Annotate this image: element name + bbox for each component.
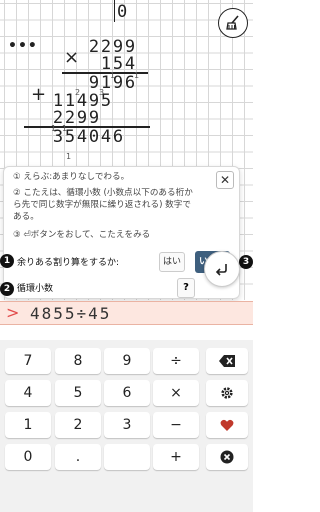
key-8[interactable]: 8 [55,348,101,374]
key-divide[interactable]: ÷ [153,348,199,374]
key-2[interactable]: 2 [55,412,101,438]
clear-button[interactable] [218,8,248,38]
multiplier-row: 154 [100,54,136,74]
digit: 9 [88,108,100,128]
expression-text: 4855÷45 [30,304,112,323]
enter-icon [215,264,227,276]
carry-digit: 1 [66,152,72,161]
product-result: 354046 [52,127,124,147]
key-multiply[interactable]: × [153,380,199,406]
broom-icon [226,15,239,30]
close-button[interactable]: ✕ [216,171,234,189]
favorite-button[interactable] [206,412,248,438]
step-badge-2: 2 [0,282,14,296]
multiply-sign: × [64,47,80,68]
enter-button[interactable] [204,251,240,287]
key-3[interactable]: 3 [104,412,150,438]
key-plus[interactable]: + [153,444,199,470]
remainder-question: 余りある割り算をするか: [17,258,120,268]
clear-all-button[interactable] [206,444,248,470]
prompt-icon: > [6,303,20,322]
digit: 3 [52,127,64,147]
key-9[interactable]: 9 [104,348,150,374]
key-decimal[interactable]: . [55,444,101,470]
answer-type-label: 循環小数 [17,284,54,294]
yes-button[interactable]: はい [159,252,185,272]
digit: 5 [100,91,112,111]
digit: 9 [76,108,88,128]
digit: 6 [112,127,124,147]
expression-input-bar[interactable]: > 4855÷45 [0,301,253,325]
digit: 4 [100,127,112,147]
backspace-button[interactable] [206,348,248,374]
backspace-icon [219,355,235,367]
step-badge-1: 1 [0,254,14,268]
partial-product-1: 9196 [88,73,136,93]
hint-line-1: ① えらぶ:あまりなしでわる。 [13,172,130,182]
hint-line-3: ③ ⏎ボタンをおして、こたえをみる [13,230,151,240]
partial-product-3: 2299 [52,108,100,128]
heart-icon [220,419,234,431]
division-bar [114,0,115,22]
key-1[interactable]: 1 [5,412,51,438]
answer-row: 2 循環小数 ? [0,278,241,299]
help-button[interactable]: ? [177,278,195,298]
key-0[interactable]: 0 [5,444,51,470]
hint-line-2c: ある。 [13,212,39,222]
keypad: 7 8 9 ÷ 4 5 6 × 1 2 3 − 0 . + [0,340,253,512]
hint-popup: ✕ ① えらぶ:あまりなしでわる。 ② こたえは、循環小数 (小数点以下のある桁… [0,166,241,299]
key-4[interactable]: 4 [5,380,51,406]
key-5[interactable]: 5 [55,380,101,406]
key-blank[interactable] [104,444,150,470]
gear-icon [221,387,233,399]
quotient-digit: 0 [117,2,128,22]
digit: 0 [88,127,100,147]
step-badge-3: 3 [239,255,253,269]
close-circle-icon [220,450,234,464]
digit: 9 [112,73,124,93]
hint-line-2b: ら先で同じ数字が無限に繰り返される) 数字で [13,200,191,210]
digit: 2 [88,37,100,57]
key-minus[interactable]: − [153,412,199,438]
digit: 4 [76,127,88,147]
plus-sign: + [31,84,47,105]
key-7[interactable]: 7 [5,348,51,374]
key-6[interactable]: 6 [104,380,150,406]
more-menu-icon[interactable]: ••• [8,38,38,54]
digit: 6 [124,73,136,93]
digit: 5 [64,127,76,147]
hint-line-2a: ② こたえは、循環小数 (小数点以下のある桁か [13,188,193,198]
settings-button[interactable] [206,380,248,406]
